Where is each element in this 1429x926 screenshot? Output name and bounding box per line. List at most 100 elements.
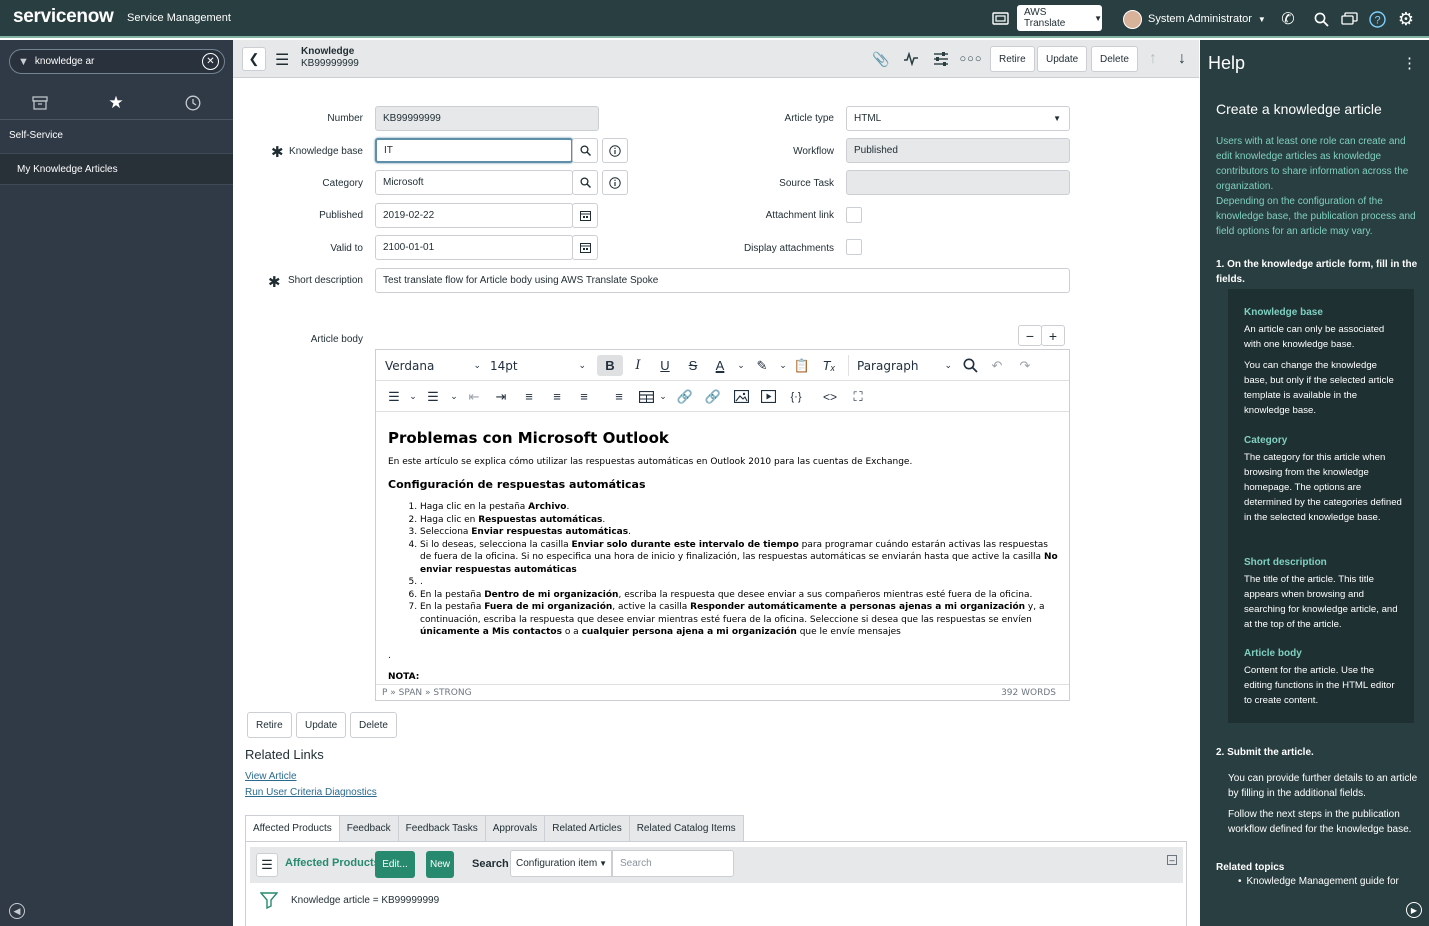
more-options-icon[interactable]: ○○○ <box>960 49 982 69</box>
arrow-up-icon[interactable]: ↑ <box>1143 49 1163 69</box>
retire-button[interactable]: Retire <box>990 46 1035 72</box>
clear-formatting-icon[interactable]: Tₓ <box>819 355 839 376</box>
delete-button[interactable]: Delete <box>1091 46 1138 72</box>
search-icon[interactable] <box>572 170 598 195</box>
activity-icon[interactable] <box>901 49 921 69</box>
workflow-field[interactable]: Published <box>846 138 1070 163</box>
calendar-icon[interactable] <box>572 235 598 260</box>
info-icon[interactable] <box>602 138 628 163</box>
underline-icon[interactable]: U <box>655 355 675 376</box>
paperclip-icon[interactable]: 📎 <box>871 49 891 69</box>
image-icon[interactable] <box>731 386 751 407</box>
editor-content[interactable]: Problemas con Microsoft Outlook En este … <box>388 429 1058 693</box>
number-field[interactable]: KB99999999 <box>375 106 599 131</box>
edit-button[interactable]: Edit... <box>375 851 415 878</box>
star-icon[interactable]: ★ <box>106 93 126 112</box>
bullet-list-icon[interactable]: ☰ <box>384 386 404 407</box>
expand-help-icon[interactable]: ▶ <box>1406 902 1422 918</box>
search-icon[interactable] <box>572 138 598 163</box>
chevron-down-icon[interactable]: ⌄ <box>653 386 673 407</box>
hamburger-menu-icon[interactable]: ☰ <box>275 50 289 70</box>
list-title[interactable]: Affected Products <box>285 857 380 869</box>
chevron-down-icon[interactable]: ⌄ <box>773 355 793 376</box>
nav-filter-input[interactable]: ▼ knowledge ar ✕ <box>9 49 225 74</box>
gear-icon[interactable]: ⚙ <box>1396 9 1416 29</box>
nav-section-self-service[interactable]: Self-Service <box>9 130 63 141</box>
media-icon[interactable] <box>758 386 778 407</box>
category-field[interactable]: Microsoft <box>375 170 573 195</box>
info-icon[interactable] <box>602 170 628 195</box>
search-icon[interactable] <box>1312 10 1330 28</box>
collapse-nav-icon[interactable]: ◀ <box>9 903 25 919</box>
align-right-icon[interactable]: ≡ <box>574 386 594 407</box>
text-color-icon[interactable]: A <box>710 355 730 376</box>
italic-icon[interactable]: I <box>628 355 648 376</box>
sliders-icon[interactable] <box>931 49 951 69</box>
chevron-down-icon[interactable]: ⌄ <box>444 386 464 407</box>
collapse-list-icon[interactable]: – <box>1167 855 1177 865</box>
update-button[interactable]: Update <box>296 712 347 738</box>
article-type-select[interactable]: HTML ▼ <box>846 106 1070 131</box>
fullscreen-icon[interactable]: ⛶ <box>848 386 868 407</box>
undo-icon[interactable]: ↶ <box>987 355 1007 376</box>
more-vertical-icon[interactable]: ⋮ <box>1402 54 1417 72</box>
font-size-select[interactable]: 14pt ⌄ <box>490 355 586 376</box>
clock-icon[interactable] <box>183 95 203 111</box>
chevron-down-icon[interactable]: ⌄ <box>403 386 423 407</box>
servicenow-logo[interactable]: servicenow <box>13 6 114 28</box>
highlight-color-icon[interactable]: ✎ <box>752 355 772 376</box>
search-icon[interactable] <box>960 355 980 376</box>
attachment-link-checkbox[interactable] <box>846 207 862 223</box>
user-menu[interactable]: System Administrator ▼ <box>1123 9 1266 29</box>
source-task-field[interactable] <box>846 170 1070 195</box>
align-center-icon[interactable]: ≡ <box>547 386 567 407</box>
knowledge-base-field[interactable]: IT <box>375 138 573 163</box>
tab-related-articles[interactable]: Related Articles <box>545 815 630 842</box>
indent-icon[interactable]: ⇥ <box>491 386 511 407</box>
window-icon[interactable] <box>991 10 1009 26</box>
block-format-select[interactable]: Paragraph ⌄ <box>848 355 952 376</box>
back-button[interactable]: ❮ <box>242 47 266 71</box>
run-user-criteria-diagnostics-link[interactable]: Run User Criteria Diagnostics <box>245 787 377 798</box>
list-menu-icon[interactable]: ☰ <box>256 853 278 877</box>
update-button[interactable]: Update <box>1037 46 1088 72</box>
paste-icon[interactable]: 📋 <box>792 355 812 376</box>
new-button[interactable]: New <box>426 851 454 878</box>
strikethrough-icon[interactable]: S <box>683 355 703 376</box>
link-icon[interactable]: 🔗 <box>675 386 695 407</box>
retire-button[interactable]: Retire <box>247 712 292 738</box>
clear-icon[interactable]: ✕ <box>202 53 219 70</box>
short-description-field[interactable]: Test translate flow for Article body usi… <box>375 268 1070 293</box>
delete-button[interactable]: Delete <box>350 712 397 738</box>
tab-related-catalog-items[interactable]: Related Catalog Items <box>629 815 744 842</box>
font-family-select[interactable]: Verdana ⌄ <box>385 355 481 376</box>
html-editor[interactable]: Verdana ⌄ 14pt ⌄ B I U S A ⌄ ✎ ⌄ 📋 Tₓ Para… <box>375 349 1070 701</box>
help-related-item[interactable]: • Knowledge Management guide for <box>1238 876 1399 887</box>
phone-icon[interactable]: ✆ <box>1279 10 1297 28</box>
help-icon[interactable]: ? <box>1368 10 1386 28</box>
published-date-field[interactable]: 2019-02-22 <box>375 203 573 228</box>
redo-icon[interactable]: ↷ <box>1015 355 1035 376</box>
list-search-input[interactable]: Search <box>612 850 734 877</box>
tab-approvals[interactable]: Approvals <box>485 815 546 842</box>
calendar-icon[interactable] <box>572 203 598 228</box>
outdent-icon[interactable]: ⇤ <box>464 386 484 407</box>
display-attachments-checkbox[interactable] <box>846 239 862 255</box>
valid-to-date-field[interactable]: 2100-01-01 <box>375 235 573 260</box>
chat-icon[interactable] <box>1340 10 1358 28</box>
align-left-icon[interactable]: ≡ <box>519 386 539 407</box>
minus-icon[interactable]: − <box>1018 325 1042 346</box>
code-sample-icon[interactable]: {·} <box>786 386 806 407</box>
view-article-link[interactable]: View Article <box>245 771 297 782</box>
unlink-icon[interactable]: 🔗 <box>703 386 723 407</box>
plus-icon[interactable]: + <box>1041 325 1065 346</box>
archive-icon[interactable] <box>30 95 50 111</box>
language-select[interactable]: AWS Translate ▼ <box>1017 5 1102 31</box>
element-path[interactable]: P » SPAN » STRONG <box>382 688 472 698</box>
filter-icon[interactable] <box>259 891 279 912</box>
numbered-list-icon[interactable]: ☰ <box>423 386 443 407</box>
arrow-down-icon[interactable]: ↓ <box>1172 49 1192 69</box>
search-field-select[interactable]: Configuration item ▼ <box>510 850 612 877</box>
nav-item-my-knowledge-articles[interactable]: My Knowledge Articles <box>0 153 233 185</box>
chevron-down-icon[interactable]: ⌄ <box>731 355 751 376</box>
